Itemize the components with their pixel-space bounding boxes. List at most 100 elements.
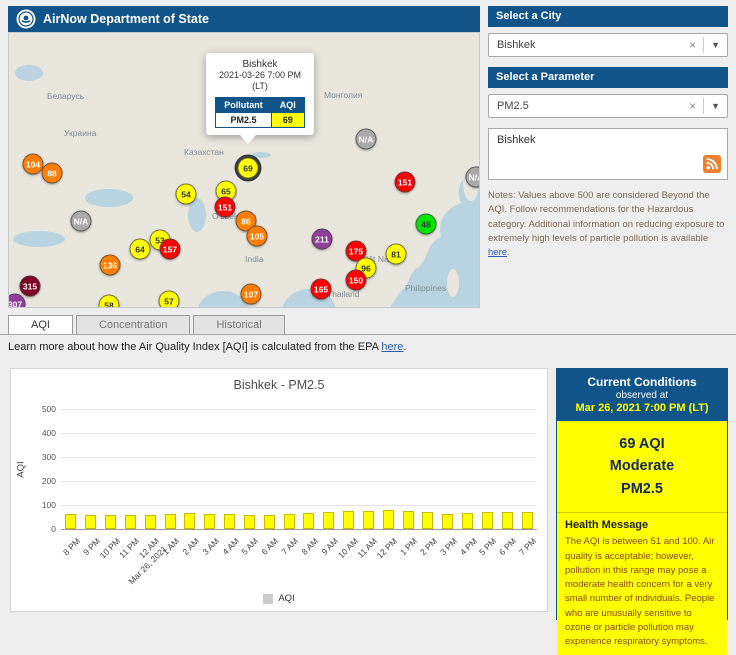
aqi-bar[interactable] bbox=[144, 514, 156, 529]
legend-label: AQI bbox=[278, 593, 295, 604]
aqi-marker[interactable]: 57 bbox=[158, 290, 180, 307]
select-city-header: Select a City bbox=[488, 6, 728, 27]
x-tick-label: 4 AM bbox=[219, 536, 241, 557]
popup-aqi-value: 69 bbox=[270, 111, 305, 128]
gridline bbox=[61, 409, 537, 410]
parameter-clear-icon[interactable]: × bbox=[682, 99, 703, 113]
y-tick-label: 100 bbox=[41, 500, 56, 510]
aqi-bar[interactable] bbox=[501, 511, 513, 529]
rss-box: Bishkek bbox=[488, 128, 728, 180]
parameter-select-value: PM2.5 bbox=[497, 100, 529, 112]
aqi-bar[interactable] bbox=[362, 510, 374, 529]
aqi-bar[interactable] bbox=[204, 513, 216, 529]
aqi-bar[interactable] bbox=[481, 512, 493, 529]
aqi-bar[interactable] bbox=[124, 515, 136, 529]
health-message-title: Health Message bbox=[565, 519, 649, 532]
legend-swatch bbox=[263, 593, 274, 604]
aqi-marker[interactable]: 151 bbox=[214, 196, 236, 218]
city-select[interactable]: Bishkek × ▼ bbox=[488, 33, 728, 57]
aqi-bar[interactable] bbox=[105, 515, 117, 529]
parameter-caret-icon[interactable]: ▼ bbox=[704, 101, 727, 111]
x-tick-label: 1 PM bbox=[398, 536, 420, 558]
aqi-bar[interactable] bbox=[343, 511, 355, 529]
aqi-bar[interactable] bbox=[382, 510, 394, 529]
x-tick-label: 7 AM bbox=[279, 536, 301, 557]
aqi-bar[interactable] bbox=[462, 513, 474, 529]
aqi-marker[interactable]: 54 bbox=[175, 183, 197, 205]
aqi-bar[interactable] bbox=[263, 514, 275, 529]
aqi-marker[interactable]: N/A bbox=[70, 210, 92, 232]
aqi-marker[interactable]: 211 bbox=[311, 228, 333, 250]
tab-concentration[interactable]: Concentration bbox=[75, 315, 191, 334]
rss-icon[interactable] bbox=[703, 155, 721, 173]
aqi-bar[interactable] bbox=[521, 512, 533, 529]
city-caret-icon[interactable]: ▼ bbox=[704, 40, 727, 50]
x-tick-label: 3 PM bbox=[437, 536, 459, 558]
map-section: AirNow Department of State Bishkek 2021-… bbox=[8, 6, 480, 308]
aqi-marker[interactable]: 58 bbox=[98, 294, 120, 307]
health-message: Health Message The AQI is between 51 and… bbox=[557, 512, 727, 655]
aqi-bar[interactable] bbox=[184, 513, 196, 529]
rss-city-label: Bishkek bbox=[497, 134, 536, 146]
chart-y-axis-label: AQI bbox=[15, 461, 27, 478]
aqi-bar[interactable] bbox=[85, 514, 97, 529]
aqi-bar[interactable] bbox=[402, 511, 414, 529]
learn-more-suffix: . bbox=[403, 341, 407, 353]
popup-col-pollutant: Pollutant bbox=[215, 96, 272, 113]
aqi-pollutant: PM2.5 bbox=[621, 480, 663, 497]
parameter-select[interactable]: PM2.5 × ▼ bbox=[488, 94, 728, 118]
aqi-bar[interactable] bbox=[323, 512, 335, 529]
notes-suffix: . bbox=[507, 247, 510, 258]
map-canvas[interactable]: Bishkek 2021-03-26 7:00 PM (LT) Pollutan… bbox=[8, 32, 480, 308]
aqi-bar[interactable] bbox=[243, 514, 255, 529]
aqi-marker[interactable]: 48 bbox=[415, 213, 437, 235]
aqi-marker[interactable]: 104 bbox=[22, 153, 44, 175]
conditions-title: Current Conditions bbox=[587, 375, 697, 389]
learn-more-text: Learn more about how the Air Quality Ind… bbox=[8, 341, 406, 353]
aqi-bar[interactable] bbox=[442, 513, 454, 529]
aqi-value: 69 AQI bbox=[619, 436, 665, 452]
aqi-marker[interactable]: 315 bbox=[19, 275, 41, 297]
popup-city: Bishkek bbox=[242, 59, 278, 70]
y-tick-label: 400 bbox=[41, 428, 56, 438]
aqi-marker[interactable]: 136 bbox=[99, 254, 121, 276]
app-header: AirNow Department of State bbox=[8, 6, 480, 32]
aqi-marker[interactable]: 165 bbox=[310, 278, 332, 300]
tab-aqi[interactable]: AQI bbox=[8, 315, 73, 334]
aqi-marker[interactable]: N/A bbox=[355, 128, 377, 150]
aqi-bar[interactable] bbox=[283, 514, 295, 529]
gridline bbox=[61, 481, 537, 482]
aqi-bar[interactable] bbox=[224, 514, 236, 529]
x-tick-label: 6 AM bbox=[259, 536, 281, 557]
x-tick-label: 5 PM bbox=[477, 536, 499, 558]
city-clear-icon[interactable]: × bbox=[682, 38, 703, 52]
aqi-bar[interactable] bbox=[303, 513, 315, 529]
aqi-marker[interactable]: 151 bbox=[394, 171, 416, 193]
conditions-observed-at: observed at bbox=[615, 390, 669, 401]
aqi-category: Moderate bbox=[609, 458, 675, 475]
aqi-bar[interactable] bbox=[422, 512, 434, 529]
tab-historical[interactable]: Historical bbox=[193, 315, 285, 334]
aqi-bar[interactable] bbox=[65, 514, 77, 529]
popup-timezone: (LT) bbox=[252, 81, 268, 92]
x-tick-label: 7 PM bbox=[517, 536, 539, 558]
x-tick-label: 10 AM bbox=[335, 536, 360, 561]
aqi-marker[interactable]: 105 bbox=[246, 225, 268, 247]
aqi-marker[interactable]: 157 bbox=[159, 238, 181, 260]
aqi-chart: Bishkek - PM2.5 AQI AQI 0 100 200 300 400 500… bbox=[10, 368, 548, 612]
aqi-marker[interactable]: 81 bbox=[385, 243, 407, 265]
x-tick-label: 8 PM bbox=[60, 536, 82, 558]
aqi-marker[interactable]: 107 bbox=[240, 283, 262, 305]
notes-text: Notes: Values above 500 are considered B… bbox=[488, 189, 728, 260]
app-title: AirNow Department of State bbox=[43, 12, 209, 26]
aqi-bar[interactable] bbox=[164, 513, 176, 529]
aqi-marker[interactable]: 64 bbox=[129, 238, 151, 260]
aqi-marker[interactable]: 69 bbox=[237, 157, 259, 179]
aqi-marker[interactable]: N/A bbox=[465, 166, 479, 188]
learn-more-link[interactable]: here bbox=[381, 341, 403, 353]
notes-link[interactable]: here bbox=[488, 247, 507, 258]
x-tick-label: 4 PM bbox=[457, 536, 479, 558]
x-tick-label: 11 AM bbox=[355, 536, 380, 560]
aqi-marker[interactable]: 88 bbox=[41, 162, 63, 184]
aqi-marker[interactable]: 150 bbox=[345, 269, 367, 291]
